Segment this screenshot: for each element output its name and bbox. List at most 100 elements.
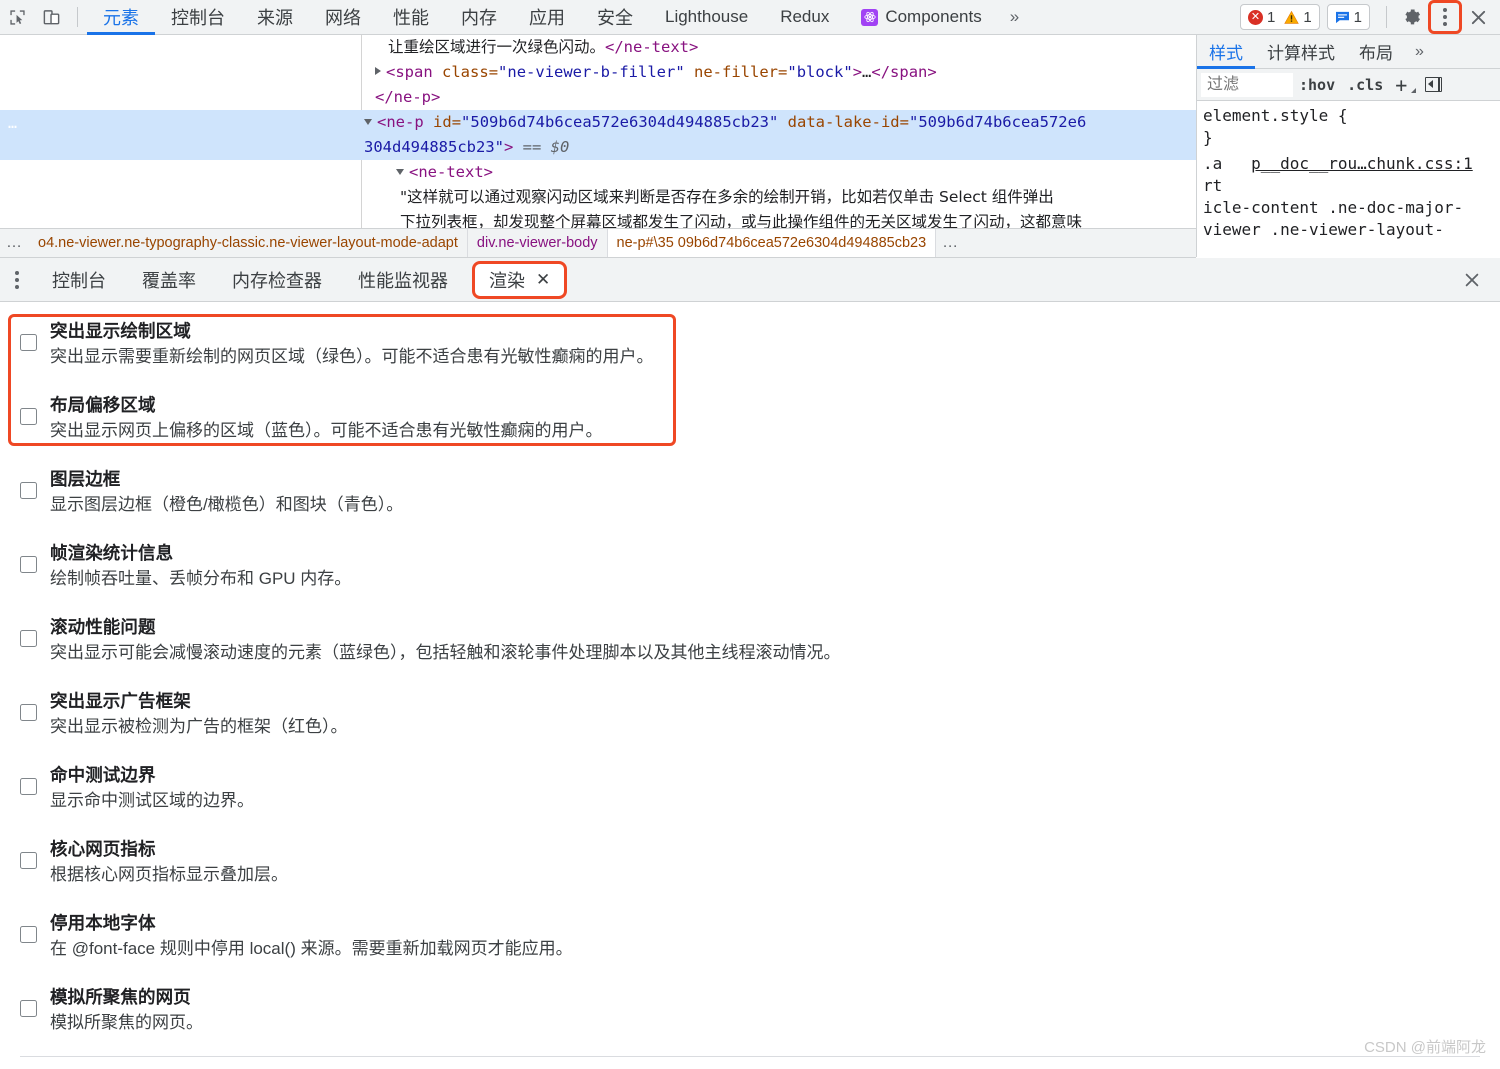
setting-highlight-ad-frames-text: 突出显示广告框架 突出显示被检测为广告的框架（红色）。	[50, 688, 348, 740]
issue-counters[interactable]: ✕ 1 1	[1239, 4, 1320, 30]
device-toolbar-icon[interactable]	[34, 1, 68, 33]
dom-open-tag: <span	[386, 63, 433, 81]
tab-components[interactable]: Components	[845, 0, 997, 35]
setting-hit-test-borders-text: 命中测试边界 显示命中测试区域的边界。	[50, 762, 254, 814]
dom-attr-name: class=	[442, 63, 499, 81]
rule-second[interactable]: .a p__doc__rou…chunk.css:1	[1203, 153, 1500, 175]
warning-counter[interactable]: 1	[1284, 9, 1312, 26]
rule2-line3: icle-content .ne-doc-major-	[1203, 198, 1464, 217]
tab-redux[interactable]: Redux	[764, 0, 845, 35]
tab-memory[interactable]: 内存	[445, 0, 513, 35]
drawer-tab-coverage[interactable]: 覆盖率	[124, 258, 214, 302]
messages-counter[interactable]: 1	[1335, 9, 1362, 26]
breadcrumb-item-1[interactable]: div.ne-viewer-body	[467, 229, 608, 257]
checkbox-paint-flashing[interactable]	[20, 334, 37, 351]
setting-hit-test-borders[interactable]: 命中测试边界 显示命中测试区域的边界。	[0, 762, 1500, 814]
dom-selected-node[interactable]: … <ne-p id="509b6d74b6cea572e6304d494885c…	[0, 110, 1196, 160]
breadcrumb-overflow-right[interactable]: …	[936, 234, 965, 252]
dom-tree[interactable]: 让重绘区域进行一次绿色闪动。</ne-text> <span class="ne…	[0, 35, 1196, 257]
drawer-tab-console[interactable]: 控制台	[34, 258, 124, 302]
checkbox-hit-test-borders[interactable]	[20, 778, 37, 795]
setting-desc: 突出显示被检测为广告的框架（红色）。	[50, 717, 348, 736]
issues-counter-group[interactable]: 1	[1326, 4, 1370, 30]
drawer-tab-memory-inspector[interactable]: 内存检查器	[214, 258, 340, 302]
tab-network[interactable]: 网络	[309, 0, 377, 35]
checkbox-highlight-ad-frames[interactable]	[20, 704, 37, 721]
panel-tabs-overflow-icon[interactable]: »	[998, 0, 1031, 35]
rule-element-style[interactable]: element.style {	[1203, 105, 1500, 127]
drawer-more-options-button[interactable]	[0, 260, 34, 300]
collapse-triangle-icon-2[interactable]	[396, 169, 404, 175]
sidebar-toggle-icon[interactable]	[1425, 77, 1443, 92]
styles-rules-list[interactable]: element.style { } .a p__doc__rou…chunk.c…	[1197, 101, 1500, 241]
setting-title: 模拟所聚焦的网页	[50, 987, 191, 1007]
expand-triangle-icon[interactable]	[375, 67, 381, 75]
setting-desc: 根据核心网页指标显示叠加层。	[50, 865, 288, 884]
styles-tabs-overflow-icon[interactable]: »	[1405, 35, 1434, 68]
checkbox-scrolling-performance-issues[interactable]	[20, 630, 37, 647]
new-style-rule-button[interactable]: +	[1389, 73, 1419, 97]
tab-lighthouse[interactable]: Lighthouse	[649, 0, 764, 35]
checkbox-layout-shift-regions[interactable]	[20, 408, 37, 425]
drawer-tab-rendering-close-icon[interactable]: ✕	[536, 270, 550, 290]
setting-core-web-vitals[interactable]: 核心网页指标 根据核心网页指标显示叠加层。	[0, 836, 1500, 888]
checkbox-disable-local-fonts[interactable]	[20, 926, 37, 943]
collapse-triangle-icon[interactable]	[364, 119, 372, 125]
setting-emulate-focused-page[interactable]: 模拟所聚焦的网页 模拟所聚焦的网页。	[0, 984, 1500, 1036]
tab-computed[interactable]: 计算样式	[1255, 35, 1347, 68]
tab-elements[interactable]: 元素	[87, 0, 155, 35]
setting-layer-borders[interactable]: 图层边框 显示图层边框（橙色/橄榄色）和图块（青色）。	[0, 466, 1500, 518]
dom-line-inner-text-1[interactable]: "这样就可以通过观察闪动区域来判断是否存在多余的绘制开销，比如若仅单击 Sele…	[0, 185, 1196, 210]
setting-scrolling-performance-issues[interactable]: 滚动性能问题 突出显示可能会减慢滚动速度的元素（蓝绿色），包括轻触和滚轮事件处理…	[0, 614, 1500, 666]
drawer-tab-performance-monitor[interactable]: 性能监视器	[340, 258, 466, 302]
more-options-button[interactable]	[1428, 0, 1462, 34]
dom-line-text-close[interactable]: 让重绘区域进行一次绿色闪动。</ne-text>	[0, 35, 1196, 60]
close-icon[interactable]	[1462, 2, 1494, 32]
drawer-tab-rendering[interactable]: 渲染 ✕	[472, 260, 568, 299]
tab-security[interactable]: 安全	[581, 0, 649, 35]
setting-emulate-focused-page-text: 模拟所聚焦的网页 模拟所聚焦的网页。	[50, 984, 203, 1036]
dom-sel-open-tag: <ne-p	[377, 113, 424, 131]
breadcrumb-item-2[interactable]: ne-p#\35 09b6d74b6cea572e6304d494885cb23	[607, 229, 937, 257]
dom-inner-text-1: "这样就可以通过观察闪动区域来判断是否存在多余的绘制开销，比如若仅单击 Sele…	[400, 188, 1054, 206]
styles-filter-input[interactable]	[1201, 72, 1293, 97]
hov-toggle-button[interactable]: :hov	[1293, 76, 1341, 94]
setting-desc: 显示命中测试区域的边界。	[50, 791, 254, 810]
error-counter[interactable]: ✕ 1	[1247, 9, 1275, 26]
checkbox-frame-rendering-stats[interactable]	[20, 556, 37, 573]
drawer-close-icon[interactable]	[1458, 266, 1486, 294]
dom-line-close-nep[interactable]: </ne-p>	[0, 85, 1196, 110]
vertical-dots-icon	[15, 270, 19, 289]
checkbox-core-web-vitals[interactable]	[20, 852, 37, 869]
dom-collapsed-ellipsis[interactable]: …	[862, 63, 871, 81]
inspect-cursor-icon[interactable]	[0, 1, 34, 33]
breadcrumb-item-0[interactable]: o4.ne-viewer.ne-typography-classic.ne-vi…	[29, 229, 468, 257]
setting-highlight-ad-frames[interactable]: 突出显示广告框架 突出显示被检测为广告的框架（红色）。	[0, 688, 1500, 740]
dom-span-close: </span>	[871, 63, 937, 81]
setting-layout-shift-regions[interactable]: 布局偏移区域 突出显示网页上偏移的区域（蓝色）。可能不适合患有光敏性癫痫的用户。	[0, 392, 1500, 444]
setting-core-web-vitals-text: 核心网页指标 根据核心网页指标显示叠加层。	[50, 836, 288, 888]
tab-console[interactable]: 控制台	[155, 0, 241, 35]
tab-layout[interactable]: 布局	[1347, 35, 1405, 68]
styles-sidebar-tabs: 样式 计算样式 布局 »	[1197, 35, 1500, 69]
tab-performance[interactable]: 性能	[377, 0, 445, 35]
setting-paint-flashing[interactable]: 突出显示绘制区域 突出显示需要重新绘制的网页区域（绿色）。可能不适合患有光敏性癫…	[0, 318, 1500, 370]
setting-disable-local-fonts[interactable]: 停用本地字体 在 @font-face 规则中停用 local() 来源。需要重…	[0, 910, 1500, 962]
messages-count: 1	[1353, 8, 1362, 26]
checkbox-emulate-focused-page[interactable]	[20, 1000, 37, 1017]
gear-icon[interactable]	[1396, 2, 1428, 32]
tab-sources[interactable]: 来源	[241, 0, 309, 35]
cls-toggle-button[interactable]: .cls	[1341, 76, 1389, 94]
tab-styles[interactable]: 样式	[1197, 35, 1255, 69]
dom-sel-attr-lake-value-2: 304d494885cb23"	[364, 138, 504, 156]
dom-line-netext-open[interactable]: <ne-text>	[0, 160, 1196, 185]
setting-frame-rendering-stats[interactable]: 帧渲染统计信息 绘制帧吞吐量、丢帧分布和 GPU 内存。	[0, 540, 1500, 592]
breadcrumb-overflow-left[interactable]: …	[0, 234, 29, 252]
rendering-settings-list: 突出显示绘制区域 突出显示需要重新绘制的网页区域（绿色）。可能不适合患有光敏性癫…	[0, 302, 1500, 1069]
dom-close-tag-nep: </ne-p>	[375, 88, 441, 106]
rule2-source-link[interactable]: p__doc__rou…chunk.css:1	[1251, 154, 1473, 173]
tab-application[interactable]: 应用	[513, 0, 581, 35]
setting-desc: 在 @font-face 规则中停用 local() 来源。需要重新加载网页才能…	[50, 939, 573, 958]
dom-line-span[interactable]: <span class="ne-viewer-b-filler" ne-fill…	[0, 60, 1196, 85]
checkbox-layer-borders[interactable]	[20, 482, 37, 499]
